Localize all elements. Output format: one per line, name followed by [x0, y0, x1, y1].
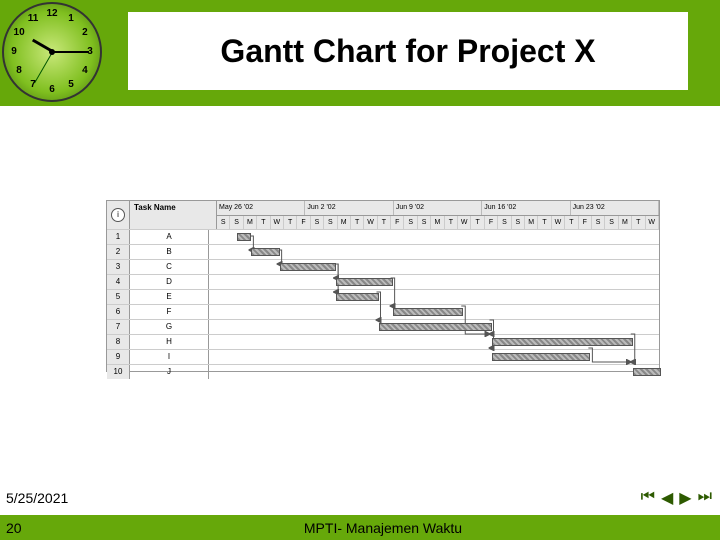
- nav-last-icon[interactable]: ⏭: [698, 488, 712, 508]
- day-header: S: [230, 216, 243, 230]
- nav-controls: ⏮ ◀ ▶ ⏭: [641, 488, 712, 508]
- row-id: 9: [107, 350, 130, 364]
- day-header: S: [498, 216, 511, 230]
- gantt-bar: [237, 233, 251, 241]
- table-row: 7G: [107, 319, 659, 334]
- gantt-chart: i Task Name May 26 '02Jun 2 '02Jun 9 '02…: [106, 200, 660, 372]
- row-id: 3: [107, 260, 130, 274]
- row-id: 1: [107, 230, 130, 244]
- page-title: Gantt Chart for Project X: [220, 33, 595, 70]
- footer-date: 5/25/2021: [6, 490, 68, 506]
- day-header: F: [485, 216, 498, 230]
- gantt-body: 1A2B3C4D5E6F7G8H9I10J: [107, 229, 659, 379]
- table-row: 10J: [107, 364, 659, 379]
- table-row: 6F: [107, 304, 659, 319]
- day-header: T: [538, 216, 551, 230]
- row-taskname: G: [130, 320, 209, 334]
- table-row: 3C: [107, 259, 659, 274]
- table-row: 2B: [107, 244, 659, 259]
- row-id: 10: [107, 365, 130, 379]
- footer-bar: 20 MPTI- Manajemen Waktu: [0, 515, 720, 540]
- info-icon: i: [111, 208, 125, 222]
- day-header: S: [404, 216, 417, 230]
- gantt-info-col: i: [107, 201, 130, 229]
- gantt-header: i Task Name May 26 '02Jun 2 '02Jun 9 '02…: [107, 201, 659, 229]
- week-header: Jun 2 '02: [305, 201, 393, 215]
- row-id: 7: [107, 320, 130, 334]
- day-header: M: [244, 216, 257, 230]
- day-header: S: [311, 216, 324, 230]
- nav-first-icon[interactable]: ⏮: [641, 488, 655, 508]
- row-id: 2: [107, 245, 130, 259]
- gantt-bar: [633, 368, 661, 376]
- slide-number: 20: [0, 520, 46, 536]
- day-header: T: [632, 216, 645, 230]
- table-row: 9I: [107, 349, 659, 364]
- week-header: Jun 9 '02: [394, 201, 482, 215]
- slide-header: 121234567891011 Gantt Chart for Project …: [0, 0, 720, 106]
- gantt-bar: [280, 263, 337, 271]
- gantt-bar: [393, 308, 464, 316]
- day-header: M: [338, 216, 351, 230]
- day-header: S: [605, 216, 618, 230]
- gantt-time-header: May 26 '02Jun 2 '02Jun 9 '02Jun 16 '02Ju…: [217, 201, 659, 229]
- day-header: T: [351, 216, 364, 230]
- course-name: MPTI- Manajemen Waktu: [46, 520, 720, 536]
- day-header: W: [646, 216, 659, 230]
- gantt-bar: [379, 323, 492, 331]
- gantt-bar: [492, 338, 633, 346]
- day-header: T: [257, 216, 270, 230]
- day-header: M: [619, 216, 632, 230]
- gantt-bar: [251, 248, 279, 256]
- row-taskname: E: [130, 290, 209, 304]
- gantt-taskname-header: Task Name: [130, 201, 217, 229]
- day-header: F: [579, 216, 592, 230]
- row-taskname: C: [130, 260, 209, 274]
- day-header: S: [324, 216, 337, 230]
- week-header: May 26 '02: [217, 201, 305, 215]
- nav-prev-icon[interactable]: ◀: [661, 488, 673, 508]
- week-header: Jun 23 '02: [571, 201, 659, 215]
- day-header: M: [525, 216, 538, 230]
- day-header: T: [378, 216, 391, 230]
- day-header: W: [271, 216, 284, 230]
- row-taskname: F: [130, 305, 209, 319]
- row-taskname: D: [130, 275, 209, 289]
- row-taskname: I: [130, 350, 209, 364]
- gantt-bar: [492, 353, 591, 361]
- row-id: 8: [107, 335, 130, 349]
- row-id: 6: [107, 305, 130, 319]
- table-row: 1A: [107, 229, 659, 244]
- gantt-bar: [336, 293, 378, 301]
- table-row: 8H: [107, 334, 659, 349]
- row-taskname: A: [130, 230, 209, 244]
- day-header: S: [592, 216, 605, 230]
- day-header: W: [364, 216, 377, 230]
- row-taskname: J: [130, 365, 209, 379]
- gantt-bar: [336, 278, 393, 286]
- day-header: F: [391, 216, 404, 230]
- row-taskname: B: [130, 245, 209, 259]
- nav-next-icon[interactable]: ▶: [679, 488, 691, 508]
- day-header: W: [458, 216, 471, 230]
- day-header: M: [431, 216, 444, 230]
- day-header: T: [471, 216, 484, 230]
- day-header: W: [552, 216, 565, 230]
- day-header: T: [565, 216, 578, 230]
- day-header: F: [297, 216, 310, 230]
- table-row: 5E: [107, 289, 659, 304]
- row-id: 5: [107, 290, 130, 304]
- row-id: 4: [107, 275, 130, 289]
- day-header: T: [284, 216, 297, 230]
- week-header: Jun 16 '02: [482, 201, 570, 215]
- row-taskname: H: [130, 335, 209, 349]
- day-header: S: [418, 216, 431, 230]
- title-box: Gantt Chart for Project X: [128, 12, 688, 90]
- day-header: S: [217, 216, 230, 230]
- table-row: 4D: [107, 274, 659, 289]
- day-header: S: [512, 216, 525, 230]
- clock-icon: 121234567891011: [2, 2, 102, 102]
- day-header: T: [445, 216, 458, 230]
